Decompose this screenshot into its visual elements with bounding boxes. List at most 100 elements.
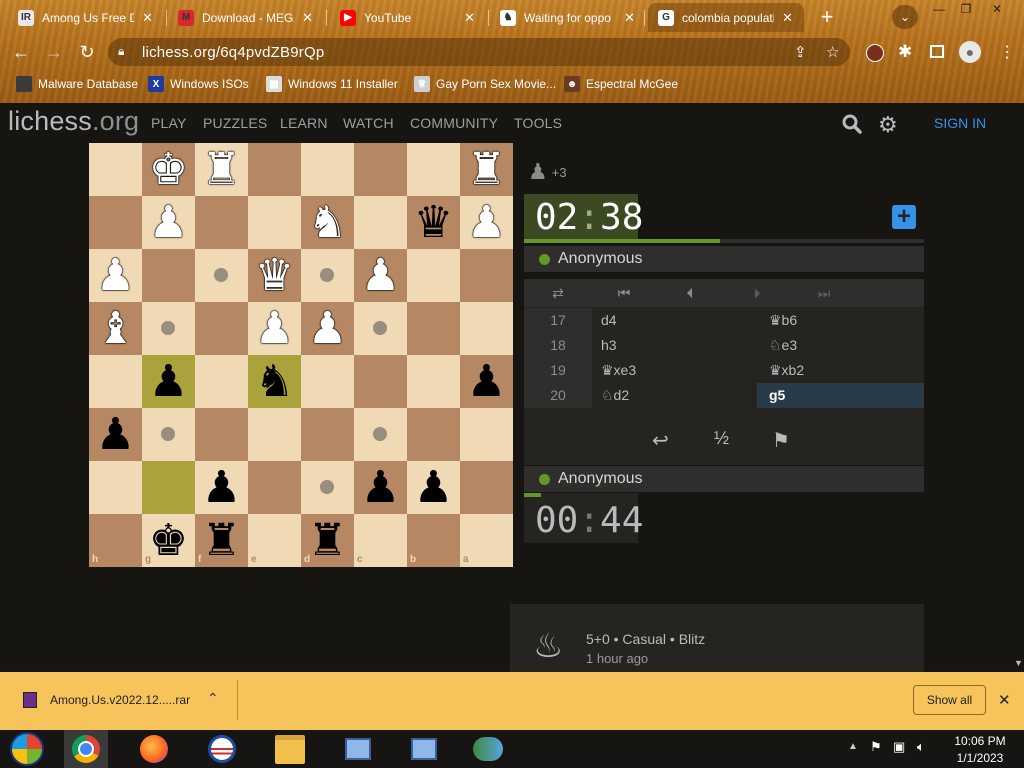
white-rook-icon[interactable]: ♜	[195, 143, 248, 196]
black-move[interactable]: ♛b6	[757, 308, 924, 333]
previous-move-icon[interactable]: ⏴	[678, 285, 702, 305]
square-g3[interactable]	[142, 249, 195, 302]
close-tab-icon[interactable]: ✕	[782, 10, 793, 26]
black-rook-icon[interactable]: ♜	[195, 514, 248, 567]
offer-draw-button[interactable]: ½	[714, 428, 729, 449]
black-pawn-icon[interactable]: ♟	[354, 461, 407, 514]
url-text[interactable]: lichess.org/6q4pvdZB9rQp	[142, 44, 324, 61]
legal-move-dot[interactable]	[161, 427, 175, 441]
black-pawn-icon[interactable]: ♟	[142, 355, 195, 408]
chess-board[interactable]: ♚ ♜ ♜ ♟ ♞ ♛ ♟ ♟ ♛ ♟ ♝ ♟ ♟ ♟ ♞ ♟ ♟ ♟ ♟ ♟ ♚ ♜ ♜ 1 2 3 4 5 6 7 8 h g f e d c b a	[89, 143, 513, 567]
tray-network-icon[interactable]: ▣	[893, 739, 905, 755]
square-b1[interactable]	[407, 143, 460, 196]
square-c5[interactable]	[354, 355, 407, 408]
clock-date[interactable]: 1/1/2023	[950, 751, 1010, 765]
browser-tab[interactable]: ♞ Waiting for oppo ✕	[490, 3, 642, 32]
tab-search-button[interactable]: ⌄	[892, 5, 918, 29]
square-e2[interactable]	[248, 196, 301, 249]
browser-menu-icon[interactable]: ⋮	[999, 42, 1015, 62]
square-h1[interactable]	[89, 143, 142, 196]
tray-flag-icon[interactable]: ⚑	[870, 739, 882, 755]
scroll-down-arrow[interactable]: ▼	[1014, 658, 1023, 668]
share-icon[interactable]: ⇪	[794, 43, 807, 61]
back-icon[interactable]: ←	[10, 41, 32, 63]
next-move-icon[interactable]: ⏵	[745, 285, 769, 305]
square-h5[interactable]	[89, 355, 142, 408]
extensions-icon[interactable]: ✱	[898, 42, 912, 62]
nav-tools[interactable]: TOOLS	[514, 115, 562, 131]
minimize-button[interactable]: —	[928, 2, 950, 16]
search-icon[interactable]	[842, 114, 862, 134]
square-e6[interactable]	[248, 408, 301, 461]
white-knight-icon[interactable]: ♞	[301, 196, 354, 249]
restore-button[interactable]: ❐	[955, 2, 977, 16]
site-logo[interactable]: lichess.org	[8, 106, 139, 137]
black-pawn-icon[interactable]: ♟	[195, 461, 248, 514]
bookmark-item[interactable]: ☻ Espectral McGee	[564, 74, 678, 94]
show-all-button[interactable]: Show all	[913, 685, 986, 715]
black-move[interactable]: g5	[757, 383, 924, 408]
address-bar[interactable]: 🔒︎ lichess.org/6q4pvdZB9rQp ⇪ ☆	[108, 38, 850, 66]
legal-move-dot[interactable]	[373, 427, 387, 441]
square-g7[interactable]	[142, 461, 195, 514]
gear-icon[interactable]: ⚙	[878, 112, 898, 138]
square-e1[interactable]	[248, 143, 301, 196]
black-move[interactable]: ♘e3	[757, 333, 924, 358]
black-knight-icon[interactable]: ♞	[248, 355, 301, 408]
close-tab-icon[interactable]: ✕	[624, 10, 635, 26]
white-pawn-icon[interactable]: ♟	[142, 196, 195, 249]
close-tab-icon[interactable]: ✕	[464, 10, 475, 26]
bookmark-item[interactable]: X Windows ISOs	[148, 74, 249, 94]
close-window-button[interactable]: ✕	[986, 2, 1008, 16]
clock-time[interactable]: 10:06 PM	[950, 734, 1010, 748]
nav-puzzles[interactable]: PUZZLES	[203, 115, 267, 131]
download-options-icon[interactable]: ⌃	[207, 690, 219, 707]
page-scrollbar[interactable]: ▼	[1013, 103, 1024, 672]
white-bishop-icon[interactable]: ♝	[89, 302, 142, 355]
browser-tab[interactable]: M Download - MEGA ✕	[168, 3, 324, 32]
sign-in-link[interactable]: SIGN IN	[934, 115, 986, 131]
nav-learn[interactable]: LEARN	[280, 115, 328, 131]
white-move[interactable]: h3	[601, 333, 751, 358]
square-e7[interactable]	[248, 461, 301, 514]
white-pawn-icon[interactable]: ♟	[89, 249, 142, 302]
add-time-button[interactable]: +	[892, 205, 916, 229]
square-d6[interactable]	[301, 408, 354, 461]
tray-chevron-icon[interactable]: ▲	[848, 741, 858, 752]
browser-tab[interactable]: ▶ YouTube ✕	[330, 3, 486, 32]
resign-flag-icon[interactable]: ⚑	[772, 428, 790, 453]
takeback-icon[interactable]: ↩	[652, 428, 669, 453]
start-icon[interactable]	[5, 730, 49, 768]
legal-move-dot[interactable]	[373, 321, 387, 335]
legal-move-dot[interactable]	[161, 321, 175, 335]
square-d5[interactable]	[301, 355, 354, 408]
first-move-icon[interactable]: ⏮	[612, 285, 636, 305]
forward-icon[interactable]: →	[43, 41, 65, 63]
account-icon[interactable]: ●	[959, 41, 981, 63]
browser-tab[interactable]: IR Among Us Free Do ✕	[8, 3, 164, 32]
close-tab-icon[interactable]: ✕	[142, 10, 153, 26]
nav-community[interactable]: COMMUNITY	[410, 115, 498, 131]
legal-move-dot[interactable]	[320, 268, 334, 282]
square-f4[interactable]	[195, 302, 248, 355]
black-pawn-icon[interactable]: ♟	[407, 461, 460, 514]
square-d1[interactable]	[301, 143, 354, 196]
square-f5[interactable]	[195, 355, 248, 408]
nav-play[interactable]: PLAY	[151, 115, 187, 131]
file-explorer-icon[interactable]	[268, 730, 312, 768]
white-queen-icon[interactable]: ♛	[248, 249, 301, 302]
bookmark-item[interactable]: ▦ Windows 11 Installer	[266, 74, 398, 94]
bookmark-item[interactable]: Malware Database	[16, 74, 138, 94]
square-h2[interactable]	[89, 196, 142, 249]
side-panel-icon[interactable]	[930, 45, 944, 58]
last-move-icon[interactable]: ⏭	[812, 285, 836, 305]
legal-move-dot[interactable]	[320, 480, 334, 494]
square-f2[interactable]	[195, 196, 248, 249]
square-f6[interactable]	[195, 408, 248, 461]
square-b5[interactable]	[407, 355, 460, 408]
profile-avatar-icon[interactable]	[866, 44, 884, 62]
users-icon[interactable]	[466, 730, 510, 768]
network-program-icon[interactable]	[336, 730, 380, 768]
new-tab-button[interactable]: +	[815, 6, 839, 30]
white-move[interactable]: d4	[601, 308, 751, 333]
